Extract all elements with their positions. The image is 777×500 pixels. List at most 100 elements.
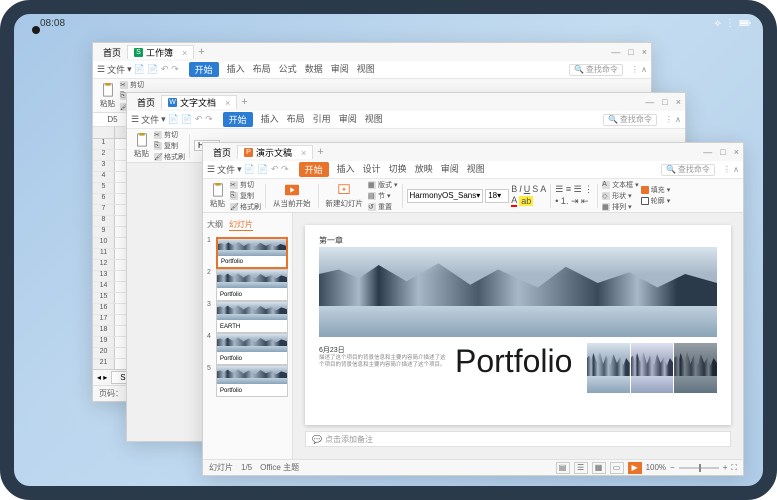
presentation-window[interactable]: 首页 P演示文稿× + — □ × ☰ 文件 ▾ 📄 📄 ↶ ↷ 开始 插入 设计 … xyxy=(202,142,744,476)
textbox-button[interactable]: A文本框▾ xyxy=(602,180,639,190)
menu-view[interactable]: 视图 xyxy=(365,112,383,127)
menu-insert[interactable]: 插入 xyxy=(261,112,279,127)
menu-insert[interactable]: 插入 xyxy=(227,62,245,77)
ppt-menubar: ☰ 文件 ▾ 📄 📄 ↶ ↷ 开始 插入 设计 切换 放映 审阅 视图 🔍 查找… xyxy=(203,161,743,179)
close-tab-icon[interactable]: × xyxy=(301,148,306,158)
menu-start[interactable]: 开始 xyxy=(189,62,219,77)
search-box[interactable]: 🔍 查找命令 xyxy=(603,114,657,126)
doc-home-tab[interactable]: 首页 xyxy=(131,95,161,109)
paste-button[interactable]: 粘贴 xyxy=(131,133,152,159)
ppt-doc-tab[interactable]: P演示文稿× xyxy=(237,145,313,159)
zoom-slider[interactable] xyxy=(679,467,719,469)
collapse-ribbon[interactable]: ⋮ ∧ xyxy=(665,115,681,124)
format-button[interactable]: 🖌格式刷 xyxy=(154,152,185,162)
shape-button[interactable]: ◇形状▾ xyxy=(602,191,639,201)
new-tab-button[interactable]: + xyxy=(241,96,247,108)
zoom-in-button[interactable]: + xyxy=(723,463,728,472)
maximize-button[interactable]: □ xyxy=(662,97,667,107)
slide-thumb[interactable]: 2Portfolio xyxy=(207,269,288,301)
file-menu[interactable]: ☰ 文件 ▾ xyxy=(131,113,166,126)
slide-thumb[interactable]: 1Portfolio xyxy=(207,237,288,269)
reset-button[interactable]: ↺重置 xyxy=(368,202,398,212)
close-button[interactable]: × xyxy=(676,97,681,107)
menu-start[interactable]: 开始 xyxy=(299,162,329,177)
fill-button[interactable]: 填充▾ xyxy=(641,185,671,195)
collapse-ribbon[interactable]: ⋮ ∧ xyxy=(631,65,647,74)
menu-layout[interactable]: 布局 xyxy=(253,62,271,77)
menu-view[interactable]: 视图 xyxy=(467,162,485,177)
menu-formula[interactable]: 公式 xyxy=(279,62,297,77)
size-selector[interactable]: 18 ▾ xyxy=(485,189,509,203)
search-box[interactable]: 🔍 查找命令 xyxy=(569,64,623,76)
copy-button[interactable]: ⎘复制 xyxy=(230,191,261,201)
font-color-row[interactable]: A ab xyxy=(511,195,546,207)
file-menu[interactable]: ☰ 文件 ▾ xyxy=(207,163,242,176)
font-selector[interactable]: HarmonyOS_Sans ▾ xyxy=(407,189,484,203)
main-slide[interactable]: 第一章 6月23日 描述了这个项目的背景信息和主要内容简介描述了这个项目的背景信… xyxy=(305,225,731,425)
menu-review[interactable]: 审阅 xyxy=(441,162,459,177)
list-row[interactable]: • 1. ⇥ ⇤ xyxy=(555,196,593,207)
cut-button[interactable]: ✂剪切 xyxy=(120,80,151,90)
slide-thumb[interactable]: 5Portfolio xyxy=(207,365,288,397)
close-tab-icon[interactable]: × xyxy=(182,48,187,58)
collapse-ribbon[interactable]: ⋮ ∧ xyxy=(723,165,739,174)
slides-tab[interactable]: 幻灯片 xyxy=(229,219,253,231)
menu-insert[interactable]: 插入 xyxy=(337,162,355,177)
doc-doc-tab[interactable]: W文字文档× xyxy=(161,95,237,109)
menu-trans[interactable]: 切换 xyxy=(389,162,407,177)
close-button[interactable]: × xyxy=(642,47,647,57)
minimize-button[interactable]: — xyxy=(703,147,712,157)
minimize-button[interactable]: — xyxy=(611,47,620,57)
new-slide-button[interactable]: 新建幻灯片 xyxy=(323,183,367,209)
view-sorter-button[interactable]: ▦ xyxy=(592,462,606,474)
paste-button[interactable]: 粘贴 xyxy=(207,183,228,209)
play-button[interactable]: 从当前开始 xyxy=(270,183,314,209)
close-button[interactable]: × xyxy=(734,147,739,157)
menu-design[interactable]: 设计 xyxy=(363,162,381,177)
menu-view[interactable]: 视图 xyxy=(357,62,375,77)
notes-area[interactable]: 💬点击添加备注 xyxy=(305,431,731,447)
new-tab-button[interactable]: + xyxy=(317,146,323,158)
slide-thumb[interactable]: 4Portfolio xyxy=(207,333,288,365)
menu-anim[interactable]: 放映 xyxy=(415,162,433,177)
maximize-button[interactable]: □ xyxy=(628,47,633,57)
search-box[interactable]: 🔍 查找命令 xyxy=(661,164,715,176)
slideshow-button[interactable]: ▶ xyxy=(628,462,642,474)
format-button[interactable]: 🖌格式刷 xyxy=(230,202,261,212)
menu-ref[interactable]: 引用 xyxy=(313,112,331,127)
chapter-label: 第一章 xyxy=(319,235,343,246)
view-reading-button[interactable]: ▭ xyxy=(610,462,624,474)
menu-review[interactable]: 审阅 xyxy=(339,112,357,127)
cut-button[interactable]: ✂剪切 xyxy=(230,180,261,190)
section-button[interactable]: ▤节▾ xyxy=(368,191,398,201)
ss-home-tab[interactable]: 首页 xyxy=(97,45,127,59)
cut-button[interactable]: ✂剪切 xyxy=(154,130,185,140)
zoom-out-button[interactable]: − xyxy=(670,463,675,472)
close-tab-icon[interactable]: × xyxy=(225,98,230,108)
paste-button[interactable]: 粘贴 xyxy=(97,83,118,109)
fit-button[interactable]: ⛶ xyxy=(731,463,737,473)
menu-review[interactable]: 审阅 xyxy=(331,62,349,77)
zoom-level[interactable]: 100% xyxy=(646,463,666,472)
outline-tab[interactable]: 大纲 xyxy=(207,219,223,231)
minimize-button[interactable]: — xyxy=(645,97,654,107)
menu-data[interactable]: 数据 xyxy=(305,62,323,77)
ppt-home-tab[interactable]: 首页 xyxy=(207,145,237,159)
arrange-button[interactable]: ▦排列▾ xyxy=(602,202,639,212)
menu-start[interactable]: 开始 xyxy=(223,112,253,127)
slide-canvas[interactable]: 第一章 6月23日 描述了这个项目的背景信息和主要内容简介描述了这个项目的背景信… xyxy=(293,213,743,459)
font-style-row[interactable]: B I U S A xyxy=(511,184,546,194)
view-notes-button[interactable]: ▤ xyxy=(556,462,570,474)
layout-button[interactable]: ▦版式▾ xyxy=(368,180,398,190)
menu-layout[interactable]: 布局 xyxy=(287,112,305,127)
maximize-button[interactable]: □ xyxy=(720,147,725,157)
ss-titlebar: 首页 S工作簿× + — □ × xyxy=(93,43,651,61)
new-tab-button[interactable]: + xyxy=(198,46,204,58)
outline-button[interactable]: 轮廓▾ xyxy=(641,196,671,206)
file-menu[interactable]: ☰ 文件 ▾ xyxy=(97,63,132,76)
view-normal-button[interactable]: ☰ xyxy=(574,462,588,474)
ss-doc-tab[interactable]: S工作簿× xyxy=(127,45,194,59)
slide-thumb[interactable]: 3EARTH xyxy=(207,301,288,333)
copy-button[interactable]: ⎘复制 xyxy=(154,141,185,151)
align-row[interactable]: ☰ ≡ ☰ ⋮ xyxy=(555,184,593,195)
